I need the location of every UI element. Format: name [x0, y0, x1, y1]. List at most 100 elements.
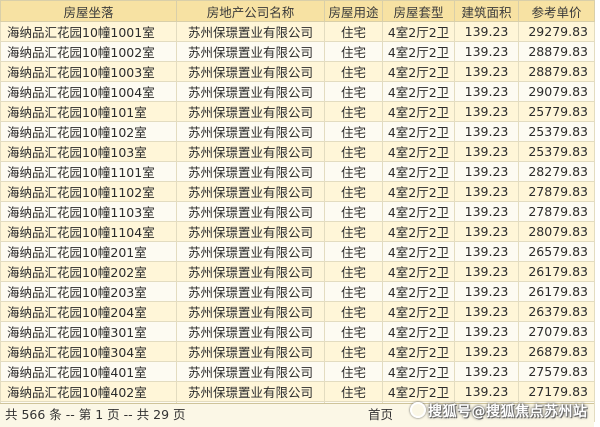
- table-row: 海纳品汇花园10幢1004室 苏州保璟置业有限公司 住宅 4室2厅2卫 139.23 29…: [0, 81, 595, 102]
- cell-unit-price: 25779.83: [518, 101, 595, 122]
- cell-location: 海纳品汇花园10幢301室: [0, 321, 177, 342]
- cell-usage: 住宅: [324, 21, 383, 42]
- cell-developer: 苏州保璟置业有限公司: [176, 201, 325, 222]
- cell-unit-price: 28079.83: [518, 221, 595, 242]
- table-row: 海纳品汇花园10幢1102室 苏州保璟置业有限公司 住宅 4室2厅2卫 139.23 27…: [0, 181, 595, 202]
- cell-location: 海纳品汇花园10幢1004室: [0, 81, 177, 102]
- cell-unit-price: 27879.83: [518, 181, 595, 202]
- header-developer: 房地产公司名称: [176, 0, 325, 22]
- cell-developer: 苏州保璟置业有限公司: [176, 181, 325, 202]
- cell-usage: 住宅: [324, 161, 383, 182]
- header-usage: 房屋用途: [324, 0, 383, 22]
- table-row: 海纳品汇花园10幢301室 苏州保璟置业有限公司 住宅 4室2厅2卫 139.23 270…: [0, 321, 595, 342]
- cell-layout: 4室2厅2卫: [382, 61, 455, 82]
- cell-area: 139.23: [454, 301, 519, 322]
- cell-area: 139.23: [454, 201, 519, 222]
- cell-layout: 4室2厅2卫: [382, 161, 455, 182]
- cell-location: 海纳品汇花园10幢304室: [0, 341, 177, 362]
- cell-area: 139.23: [454, 61, 519, 82]
- cell-layout: 4室2厅2卫: [382, 381, 455, 402]
- cell-area: 139.23: [454, 121, 519, 142]
- cell-layout: 4室2厅2卫: [382, 81, 455, 102]
- cell-area: 139.23: [454, 181, 519, 202]
- cell-unit-price: 28879.83: [518, 41, 595, 62]
- cell-developer: 苏州保璟置业有限公司: [176, 101, 325, 122]
- cell-usage: 住宅: [324, 301, 383, 322]
- cell-area: 139.23: [454, 21, 519, 42]
- housing-price-table: 房屋坐落 房地产公司名称 房屋用途 房屋套型 建筑面积 参考单价 海纳品汇花园1…: [0, 0, 595, 422]
- cell-unit-price: 27879.83: [518, 201, 595, 222]
- table-row: 海纳品汇花园10幢1001室 苏州保璟置业有限公司 住宅 4室2厅2卫 139.23 29…: [0, 21, 595, 42]
- sohu-logo-icon: [410, 402, 426, 418]
- cell-layout: 4室2厅2卫: [382, 41, 455, 62]
- cell-layout: 4室2厅2卫: [382, 321, 455, 342]
- cell-usage: 住宅: [324, 381, 383, 402]
- cell-usage: 住宅: [324, 281, 383, 302]
- cell-area: 139.23: [454, 381, 519, 402]
- cell-area: 139.23: [454, 101, 519, 122]
- cell-area: 139.23: [454, 81, 519, 102]
- table-row: 海纳品汇花园10幢1104室 苏州保璟置业有限公司 住宅 4室2厅2卫 139.23 28…: [0, 221, 595, 242]
- cell-layout: 4室2厅2卫: [382, 281, 455, 302]
- table-row: 海纳品汇花园10幢304室 苏州保璟置业有限公司 住宅 4室2厅2卫 139.23 268…: [0, 341, 595, 362]
- table-row: 海纳品汇花园10幢101室 苏州保璟置业有限公司 住宅 4室2厅2卫 139.23 257…: [0, 101, 595, 122]
- cell-area: 139.23: [454, 261, 519, 282]
- cell-location: 海纳品汇花园10幢1003室: [0, 61, 177, 82]
- table-row: 海纳品汇花园10幢202室 苏州保璟置业有限公司 住宅 4室2厅2卫 139.23 261…: [0, 261, 595, 282]
- cell-developer: 苏州保璟置业有限公司: [176, 281, 325, 302]
- first-page-link[interactable]: 首页: [368, 404, 393, 426]
- pagination-summary: 共 566 条 -- 第 1 页 -- 共 29 页: [5, 407, 186, 422]
- header-unit-price: 参考单价: [518, 0, 595, 22]
- cell-location: 海纳品汇花园10幢1104室: [0, 221, 177, 242]
- cell-layout: 4室2厅2卫: [382, 141, 455, 162]
- cell-layout: 4室2厅2卫: [382, 241, 455, 262]
- cell-usage: 住宅: [324, 81, 383, 102]
- cell-location: 海纳品汇花园10幢401室: [0, 361, 177, 382]
- cell-unit-price: 28879.83: [518, 61, 595, 82]
- cell-developer: 苏州保璟置业有限公司: [176, 41, 325, 62]
- cell-unit-price: 26179.83: [518, 261, 595, 282]
- cell-area: 139.23: [454, 281, 519, 302]
- cell-unit-price: 25379.83: [518, 141, 595, 162]
- cell-location: 海纳品汇花园10幢202室: [0, 261, 177, 282]
- cell-location: 海纳品汇花园10幢203室: [0, 281, 177, 302]
- watermark-text: 搜狐号@搜狐焦点苏州站: [428, 404, 588, 420]
- cell-developer: 苏州保璟置业有限公司: [176, 321, 325, 342]
- cell-unit-price: 27179.83: [518, 381, 595, 402]
- cell-location: 海纳品汇花园10幢103室: [0, 141, 177, 162]
- cell-location: 海纳品汇花园10幢1101室: [0, 161, 177, 182]
- cell-developer: 苏州保璟置业有限公司: [176, 141, 325, 162]
- cell-usage: 住宅: [324, 261, 383, 282]
- table-row: 海纳品汇花园10幢203室 苏州保璟置业有限公司 住宅 4室2厅2卫 139.23 261…: [0, 281, 595, 302]
- cell-usage: 住宅: [324, 221, 383, 242]
- cell-location: 海纳品汇花园10幢102室: [0, 121, 177, 142]
- cell-unit-price: 27579.83: [518, 361, 595, 382]
- listing-panel: 房屋坐落 房地产公司名称 房屋用途 房屋套型 建筑面积 参考单价 海纳品汇花园1…: [0, 0, 595, 427]
- cell-developer: 苏州保璟置业有限公司: [176, 121, 325, 142]
- cell-usage: 住宅: [324, 121, 383, 142]
- cell-unit-price: 27079.83: [518, 321, 595, 342]
- cell-unit-price: 25379.83: [518, 121, 595, 142]
- cell-unit-price: 26379.83: [518, 301, 595, 322]
- cell-layout: 4室2厅2卫: [382, 21, 455, 42]
- cell-layout: 4室2厅2卫: [382, 181, 455, 202]
- cell-layout: 4室2厅2卫: [382, 221, 455, 242]
- cell-unit-price: 26879.83: [518, 341, 595, 362]
- table-row: 海纳品汇花园10幢201室 苏州保璟置业有限公司 住宅 4室2厅2卫 139.23 265…: [0, 241, 595, 262]
- cell-usage: 住宅: [324, 61, 383, 82]
- table-row: 海纳品汇花园10幢1103室 苏州保璟置业有限公司 住宅 4室2厅2卫 139.23 27…: [0, 201, 595, 222]
- cell-usage: 住宅: [324, 321, 383, 342]
- cell-usage: 住宅: [324, 141, 383, 162]
- cell-area: 139.23: [454, 341, 519, 362]
- cell-location: 海纳品汇花园10幢1001室: [0, 21, 177, 42]
- cell-developer: 苏州保璟置业有限公司: [176, 341, 325, 362]
- cell-layout: 4室2厅2卫: [382, 341, 455, 362]
- cell-area: 139.23: [454, 141, 519, 162]
- cell-developer: 苏州保璟置业有限公司: [176, 61, 325, 82]
- cell-unit-price: 26179.83: [518, 281, 595, 302]
- cell-unit-price: 26579.83: [518, 241, 595, 262]
- cell-area: 139.23: [454, 361, 519, 382]
- cell-layout: 4室2厅2卫: [382, 301, 455, 322]
- cell-developer: 苏州保璟置业有限公司: [176, 161, 325, 182]
- table-row: 海纳品汇花园10幢102室 苏州保璟置业有限公司 住宅 4室2厅2卫 139.23 253…: [0, 121, 595, 142]
